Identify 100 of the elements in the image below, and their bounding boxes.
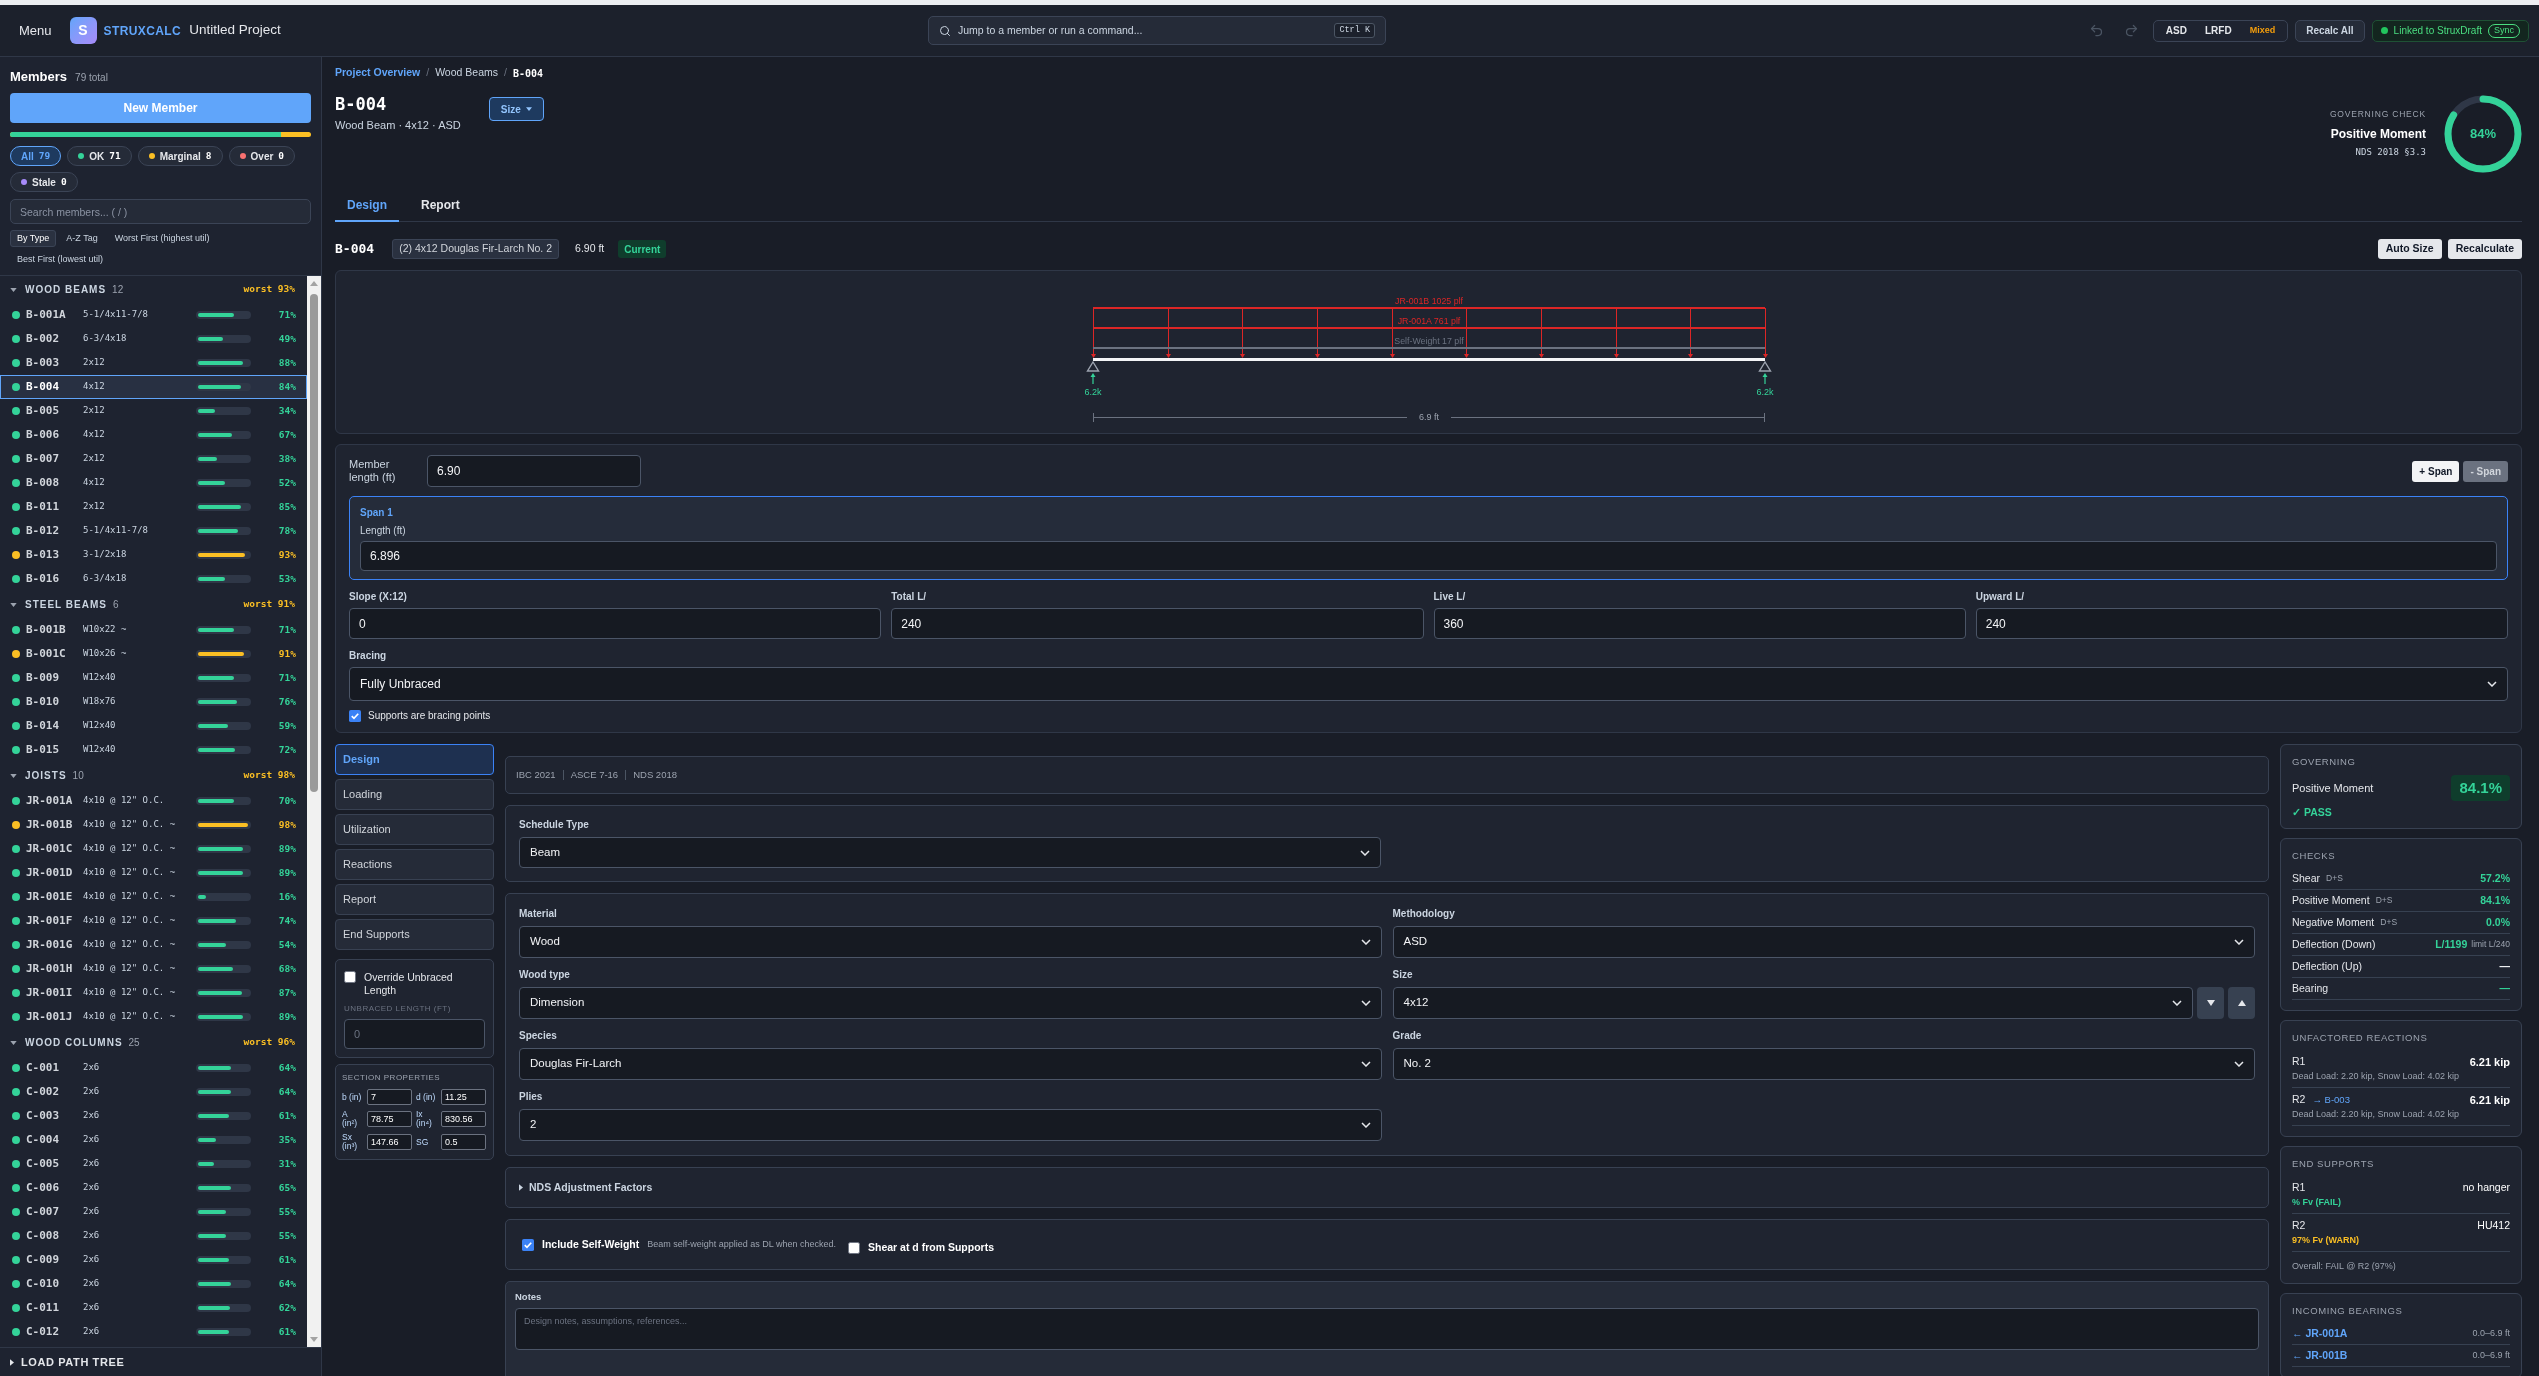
sort-option[interactable]: By Type (10, 230, 57, 247)
span-button[interactable]: + Span (2412, 460, 2460, 482)
section-nav-item[interactable]: End Supports (335, 919, 494, 950)
member-row[interactable]: C-011 2x6 62% (0, 1296, 307, 1320)
load-path-tree-toggle[interactable]: LOAD PATH TREE (21, 1353, 125, 1371)
breadcrumb-link[interactable]: Wood Beams (435, 65, 498, 81)
member-row[interactable]: B-001B W10x22 ~ 71% (0, 618, 307, 642)
property-field[interactable]: 147.66 (367, 1134, 412, 1150)
member-row[interactable]: JR-001E 4x10 @ 12" O.C. ~ 16% (0, 885, 307, 909)
member-row[interactable]: B-009 W12x40 71% (0, 666, 307, 690)
member-row[interactable]: B-015 W12x40 72% (0, 738, 307, 762)
member-row[interactable]: B-008 4x12 52% (0, 471, 307, 495)
member-row[interactable]: JR-001F 4x10 @ 12" O.C. ~ 74% (0, 909, 307, 933)
command-search-field[interactable]: Jump to a member or run a command... (958, 22, 1328, 39)
action-button[interactable]: Auto Size (2377, 239, 2442, 259)
member-row[interactable]: C-008 2x6 55% (0, 1224, 307, 1248)
bearing-link[interactable]: ← JR-001B (2292, 1347, 2348, 1364)
filter-chip[interactable]: Over 0 (228, 146, 296, 166)
member-row[interactable]: B-014 W12x40 59% (0, 714, 307, 738)
checkbox[interactable] (522, 1238, 534, 1251)
nds-factors-toggle[interactable]: NDS Adjustment Factors (505, 1167, 2269, 1208)
select-field[interactable]: 4x12 (1392, 987, 2193, 1019)
menu-button[interactable]: Menu (19, 20, 52, 41)
recalc-all-button[interactable]: Recalc All (2295, 19, 2365, 42)
member-row[interactable]: C-002 2x6 64% (0, 1080, 307, 1104)
caret-down-icon[interactable] (10, 602, 17, 607)
member-row[interactable]: C-010 2x6 64% (0, 1272, 307, 1296)
notes-field[interactable]: Design notes, assumptions, references... (515, 1308, 2259, 1350)
select-field[interactable]: Douglas Fir-Larch (519, 1048, 1382, 1080)
caret-down-icon[interactable] (10, 287, 17, 292)
member-row[interactable]: JR-001B 4x10 @ 12" O.C. ~ 98% (0, 813, 307, 837)
member-row[interactable]: JR-001G 4x10 @ 12" O.C. ~ 54% (0, 933, 307, 957)
property-field[interactable]: 11.25 (441, 1089, 486, 1105)
select-field[interactable]: ASD (1392, 926, 2255, 958)
member-row[interactable]: JR-001D 4x10 @ 12" O.C. ~ 89% (0, 861, 307, 885)
section-nav-item[interactable]: Design (335, 744, 494, 775)
member-row[interactable]: C-006 2x6 65% (0, 1176, 307, 1200)
tab[interactable]: Report (409, 190, 472, 222)
schedule-type-select[interactable]: Beam (519, 837, 1381, 868)
member-row[interactable]: B-013 3-1/2x18 93% (0, 543, 307, 567)
select-field[interactable]: Dimension (519, 987, 1382, 1019)
caret-down-icon[interactable] (10, 1040, 17, 1045)
member-row[interactable]: C-004 2x6 35% (0, 1128, 307, 1152)
member-search-field[interactable]: Search members... ( / ) (10, 199, 311, 224)
section-nav-item[interactable]: Reactions (335, 849, 494, 880)
property-field[interactable]: 830.56 (441, 1111, 486, 1127)
member-row[interactable]: C-003 2x6 61% (0, 1104, 307, 1128)
breadcrumb-link[interactable]: Project Overview (335, 65, 421, 81)
member-row[interactable]: B-007 2x12 38% (0, 447, 307, 471)
select-field[interactable]: No. 2 (1392, 1048, 2255, 1080)
member-row[interactable]: C-012 2x6 61% (0, 1320, 307, 1344)
member-row[interactable]: B-012 5-1/4x11-7/8 78% (0, 519, 307, 543)
member-row[interactable]: B-011 2x12 85% (0, 495, 307, 519)
member-row[interactable]: B-004 4x12 84% (0, 375, 307, 399)
caret-right-icon[interactable] (10, 1358, 14, 1366)
member-row[interactable]: JR-001A 4x10 @ 12" O.C. 70% (0, 789, 307, 813)
member-row[interactable]: JR-001J 4x10 @ 12" O.C. ~ 89% (0, 1005, 307, 1029)
size-menu-button[interactable]: Size (488, 97, 544, 121)
filter-chip[interactable]: Marginal 8 (137, 146, 223, 166)
checkbox[interactable] (344, 971, 356, 983)
input-field[interactable]: 6.896 (360, 541, 2497, 571)
input-field[interactable]: 360 (1433, 608, 1966, 639)
filter-chip[interactable]: Stale 0 (10, 172, 78, 192)
checkbox[interactable] (349, 709, 361, 722)
member-row[interactable]: C-005 2x6 31% (0, 1152, 307, 1176)
section-nav-item[interactable]: Loading (335, 779, 494, 810)
sort-option[interactable]: A-Z Tag (59, 230, 105, 247)
section-nav-item[interactable]: Report (335, 884, 494, 915)
method-option[interactable]: ASD (2156, 21, 2196, 40)
checkbox[interactable] (848, 1241, 860, 1254)
input-field[interactable]: 0 (349, 608, 882, 639)
filter-chip[interactable]: All 79 (10, 146, 62, 166)
input-field[interactable]: 240 (891, 608, 1424, 639)
member-row[interactable]: B-005 2x12 34% (0, 399, 307, 423)
select-field[interactable]: 2 (519, 1109, 1382, 1141)
member-row[interactable]: B-001A 5-1/4x11-7/8 71% (0, 303, 307, 327)
member-row[interactable]: B-010 W18x76 76% (0, 690, 307, 714)
filter-chip[interactable]: OK 71 (67, 146, 132, 166)
member-row[interactable]: B-016 6-3/4x18 53% (0, 567, 307, 591)
section-nav-item[interactable]: Utilization (335, 814, 494, 845)
sort-option[interactable]: Best First (lowest util) (10, 251, 110, 268)
member-row[interactable]: C-007 2x6 55% (0, 1200, 307, 1224)
input-field[interactable]: 0 (344, 1019, 485, 1049)
input-field[interactable]: 240 (1975, 608, 2508, 639)
scrollbar-thumb[interactable] (310, 294, 318, 792)
bracing-select[interactable]: Fully Unbraced (349, 667, 2508, 701)
caret-down-icon[interactable] (10, 773, 17, 778)
size-down-button[interactable] (2197, 987, 2224, 1019)
member-row[interactable]: JR-001I 4x10 @ 12" O.C. ~ 87% (0, 981, 307, 1005)
action-button[interactable]: Recalculate (2447, 239, 2522, 259)
property-field[interactable]: 0.5 (441, 1134, 486, 1150)
property-field[interactable]: 78.75 (367, 1111, 412, 1127)
method-option[interactable]: Mixed (2240, 21, 2285, 40)
member-row[interactable]: C-001 2x6 64% (0, 1056, 307, 1080)
size-up-button[interactable] (2228, 987, 2255, 1019)
reaction-link[interactable]: → B-003 (2312, 1092, 2350, 1108)
member-row[interactable]: C-009 2x6 61% (0, 1248, 307, 1272)
member-row[interactable]: JR-001C 4x10 @ 12" O.C. ~ 89% (0, 837, 307, 861)
span-card[interactable]: Span 1 Length (ft) 6.896 (349, 496, 2508, 580)
link-status[interactable]: Linked to StruxDraft Sync (2371, 19, 2529, 42)
